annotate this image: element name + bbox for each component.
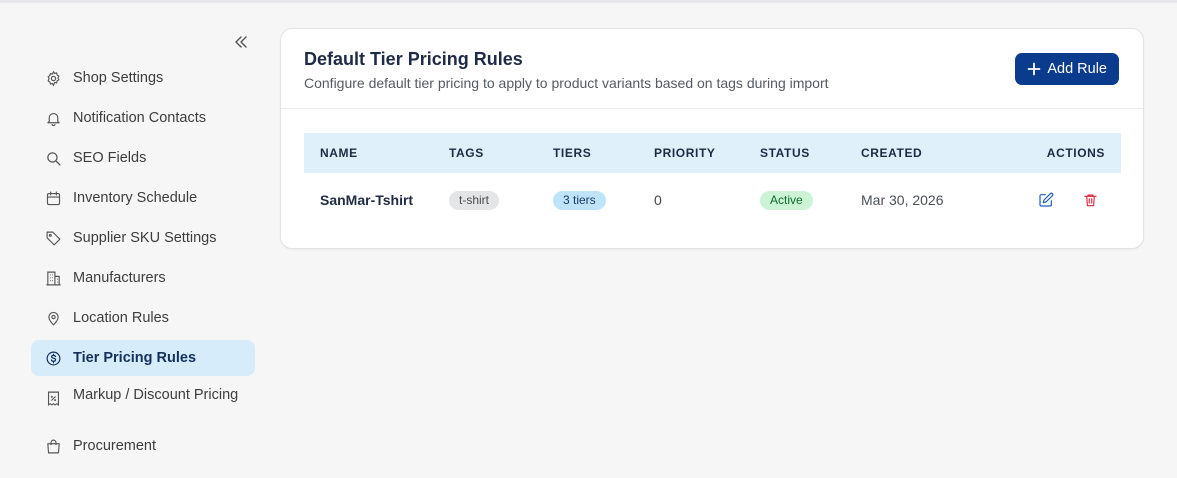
collapse-sidebar-icon[interactable] (230, 31, 252, 53)
gear-icon (44, 69, 62, 87)
table-header: NAME TAGS TIERS PRIORITY STATUS CREATED … (304, 133, 1121, 173)
sidebar-item-label: Supplier SKU Settings (73, 230, 217, 246)
column-header-tiers[interactable]: TIERS (553, 146, 654, 160)
page-subtitle: Configure default tier pricing to apply … (304, 75, 829, 91)
edit-icon[interactable] (1037, 191, 1055, 209)
tier-pricing-card: Default Tier Pricing Rules Configure def… (280, 28, 1144, 249)
receipt-percent-icon (44, 389, 62, 407)
tiers-badge: 3 tiers (553, 190, 606, 210)
sidebar-nav: Shop Settings Notification Contacts SEO … (31, 60, 255, 468)
page-title: Default Tier Pricing Rules (304, 49, 523, 69)
created-date: Mar 30, 2026 (861, 192, 944, 208)
status-badge: Active (760, 190, 813, 210)
sidebar-item-shop-settings[interactable]: Shop Settings (31, 60, 255, 96)
trash-icon[interactable] (1081, 191, 1099, 209)
plus-icon (1027, 62, 1041, 76)
add-rule-button[interactable]: Add Rule (1015, 53, 1119, 85)
building-icon (44, 269, 62, 287)
sidebar-item-tier-pricing-rules[interactable]: Tier Pricing Rules (31, 340, 255, 376)
sidebar-item-notification-contacts[interactable]: Notification Contacts (31, 100, 255, 136)
add-rule-label: Add Rule (1047, 61, 1107, 77)
rules-table: NAME TAGS TIERS PRIORITY STATUS CREATED … (304, 133, 1121, 227)
search-icon (44, 149, 62, 167)
bell-icon (44, 109, 62, 127)
sidebar-item-label: Location Rules (73, 310, 169, 326)
card-header: Default Tier Pricing Rules Configure def… (281, 29, 1143, 109)
column-header-tags[interactable]: TAGS (449, 146, 553, 160)
column-header-name[interactable]: NAME (304, 146, 449, 160)
sidebar-item-label: SEO Fields (73, 150, 147, 166)
column-header-actions: ACTIONS (1046, 146, 1105, 160)
row-actions (1021, 191, 1121, 209)
sidebar-item-supplier-sku-settings[interactable]: Supplier SKU Settings (31, 220, 255, 256)
sidebar-item-label: Markup / Discount Pricing (73, 387, 239, 403)
calendar-icon (44, 189, 62, 207)
sidebar-item-label: Tier Pricing Rules (73, 350, 197, 366)
table-row: SanMar-Tshirt t-shirt 3 tiers 0 Active M… (304, 173, 1121, 227)
sidebar-item-label: Shop Settings (73, 70, 164, 86)
dollar-circle-icon (44, 349, 62, 367)
sidebar-item-label: Manufacturers (73, 270, 166, 286)
sidebar-item-procurement[interactable]: Procurement (31, 428, 255, 464)
column-header-created[interactable]: CREATED (861, 146, 1021, 160)
sidebar-item-markup-discount-pricing[interactable]: Markup / Discount Pricing (31, 380, 255, 424)
priority-value: 0 (654, 192, 662, 208)
column-header-priority[interactable]: PRIORITY (654, 146, 760, 160)
tag-icon (44, 229, 62, 247)
sidebar-item-seo-fields[interactable]: SEO Fields (31, 140, 255, 176)
shopping-bag-icon (44, 437, 62, 455)
sidebar-item-label: Procurement (73, 438, 157, 454)
rule-name: SanMar-Tshirt (320, 192, 414, 208)
sidebar-item-manufacturers[interactable]: Manufacturers (31, 260, 255, 296)
map-pin-icon (44, 309, 62, 327)
sidebar: Shop Settings Notification Contacts SEO … (0, 3, 270, 478)
sidebar-item-label: Notification Contacts (73, 110, 206, 126)
tag-badge: t-shirt (449, 190, 499, 210)
column-header-status[interactable]: STATUS (760, 146, 861, 160)
sidebar-item-inventory-schedule[interactable]: Inventory Schedule (31, 180, 255, 216)
sidebar-item-location-rules[interactable]: Location Rules (31, 300, 255, 336)
sidebar-item-label: Inventory Schedule (73, 190, 198, 206)
